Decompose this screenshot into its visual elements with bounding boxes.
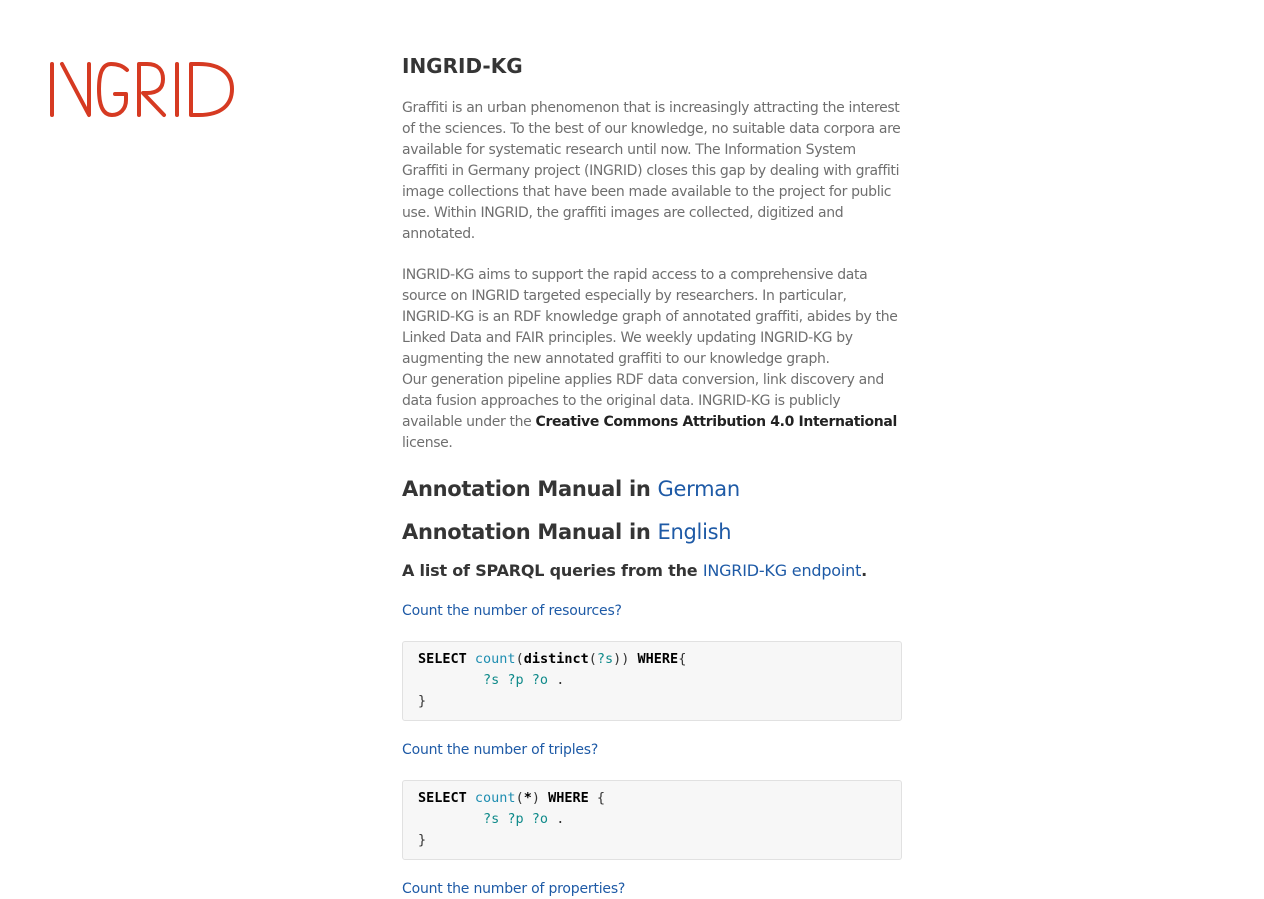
code-punct: . xyxy=(548,672,565,688)
about-paragraph: INGRID-KG aims to support the rapid acce… xyxy=(402,265,902,454)
code-punct: { xyxy=(588,790,606,806)
manual-english-link[interactable]: English xyxy=(658,520,732,544)
code-keyword: WHERE xyxy=(637,651,679,667)
license-name: Creative Commons Attribution 4.0 Interna… xyxy=(535,414,898,430)
code-function: count xyxy=(474,790,516,806)
code-keyword: * xyxy=(523,790,532,806)
code-keyword: SELECT xyxy=(418,651,467,667)
about-text-1: INGRID-KG aims to support the rapid acce… xyxy=(402,267,898,367)
ingrid-logo xyxy=(49,60,235,120)
code-pattern: ?s ?p ?o xyxy=(483,811,549,827)
code-variable: ?s xyxy=(596,651,614,667)
about-suffix: license. xyxy=(402,435,453,451)
code-punct: } xyxy=(418,693,427,709)
code-punct: { xyxy=(678,651,687,667)
code-keyword: SELECT xyxy=(418,790,467,806)
manual-german-link[interactable]: German xyxy=(658,477,741,501)
sparql-suffix: . xyxy=(861,561,868,580)
page-title: INGRID-KG xyxy=(402,54,523,78)
query-link-properties[interactable]: Count the number of properties? xyxy=(402,879,902,899)
code-function: count xyxy=(474,651,516,667)
manual-english-heading: Annotation Manual in English xyxy=(402,517,902,547)
intro-paragraph: Graffiti is an urban phenomenon that is … xyxy=(402,100,901,242)
code-punct: ( xyxy=(588,651,597,667)
query-link-triples[interactable]: Count the number of triples? xyxy=(402,740,902,760)
code-block-triples: SELECT count(*) WHERE { ?s ?p ?o . } xyxy=(402,780,902,860)
sparql-heading: A list of SPARQL queries from the INGRID… xyxy=(402,559,902,583)
code-punct: } xyxy=(418,832,427,848)
code-keyword: distinct xyxy=(523,651,589,667)
manual-german-heading: Annotation Manual in German xyxy=(402,474,902,504)
code-pattern: ?s ?p ?o xyxy=(483,672,549,688)
endpoint-link[interactable]: INGRID-KG endpoint xyxy=(703,561,862,580)
manual-german-prefix: Annotation Manual in xyxy=(402,477,658,501)
code-keyword: WHERE xyxy=(548,790,589,806)
ingrid-logo-mark xyxy=(50,62,234,117)
main-content: INGRID-KG Graffiti is an urban phenomeno… xyxy=(402,52,902,899)
sparql-prefix: A list of SPARQL queries from the xyxy=(402,561,703,580)
query-link-resources[interactable]: Count the number of resources? xyxy=(402,601,902,621)
code-block-resources: SELECT count(distinct(?s)) WHERE{ ?s ?p … xyxy=(402,641,902,721)
code-punct: ( xyxy=(515,790,524,806)
code-punct: )) xyxy=(613,651,630,667)
code-punct: ( xyxy=(515,651,524,667)
code-punct: . xyxy=(548,811,565,827)
manual-english-prefix: Annotation Manual in xyxy=(402,520,658,544)
code-punct: ) xyxy=(531,790,540,806)
